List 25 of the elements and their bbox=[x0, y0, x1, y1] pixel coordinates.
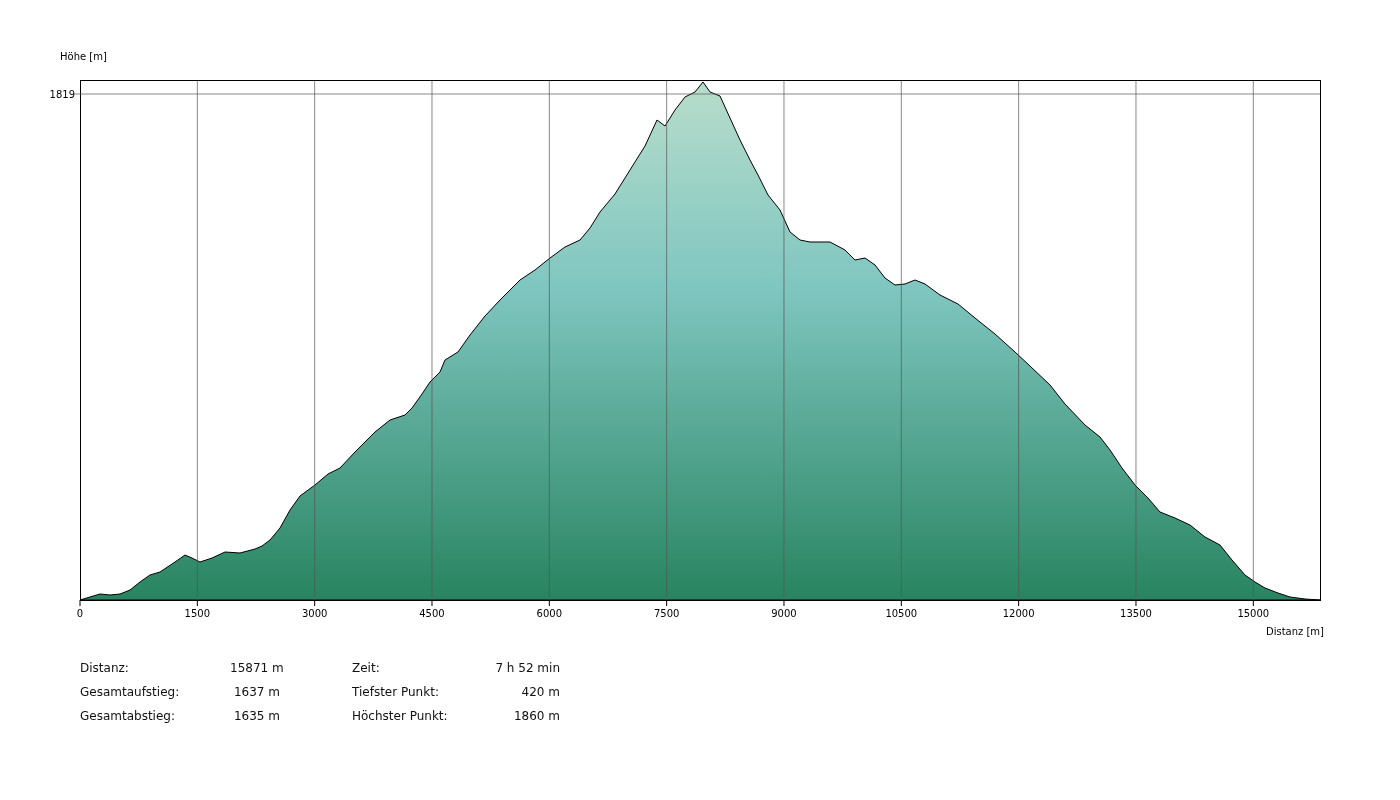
stat-value: 420 m bbox=[520, 684, 560, 701]
x-tick-label: 4500 bbox=[419, 608, 445, 619]
x-tick-label: 12000 bbox=[1002, 608, 1035, 619]
stat-value: 1637 m bbox=[232, 684, 280, 701]
stat-label: Tiefster Punkt: bbox=[352, 684, 440, 701]
x-tick-label: 1500 bbox=[184, 608, 211, 619]
stat-label: Gesamtabstieg: bbox=[80, 708, 176, 725]
x-tick-label: 13500 bbox=[1120, 608, 1152, 619]
x-tick-label: 15000 bbox=[1237, 608, 1270, 619]
x-tick-label: 6000 bbox=[536, 608, 563, 619]
y-axis-label: Höhe [m] bbox=[60, 51, 107, 62]
y-tick-label: 1819 bbox=[49, 89, 75, 100]
stat-label: Zeit: bbox=[352, 660, 381, 677]
stat-value: 1860 m bbox=[512, 708, 560, 725]
x-tick-label: 0 bbox=[76, 608, 84, 619]
stat-label: Gesamtaufstieg: bbox=[80, 684, 181, 701]
x-tick-label: 7500 bbox=[653, 608, 680, 619]
x-tick-label: 9000 bbox=[771, 608, 797, 619]
stat-value: 1635 m bbox=[232, 708, 280, 725]
stat-label: Höchster Punkt: bbox=[352, 708, 449, 725]
x-tick-label: 10500 bbox=[885, 608, 918, 619]
stat-value: 7 h 52 min bbox=[494, 660, 560, 677]
stat-label: Distanz: bbox=[80, 660, 130, 677]
x-axis-label: Distanz [m] bbox=[1265, 626, 1324, 637]
x-tick-label: 3000 bbox=[301, 608, 328, 619]
